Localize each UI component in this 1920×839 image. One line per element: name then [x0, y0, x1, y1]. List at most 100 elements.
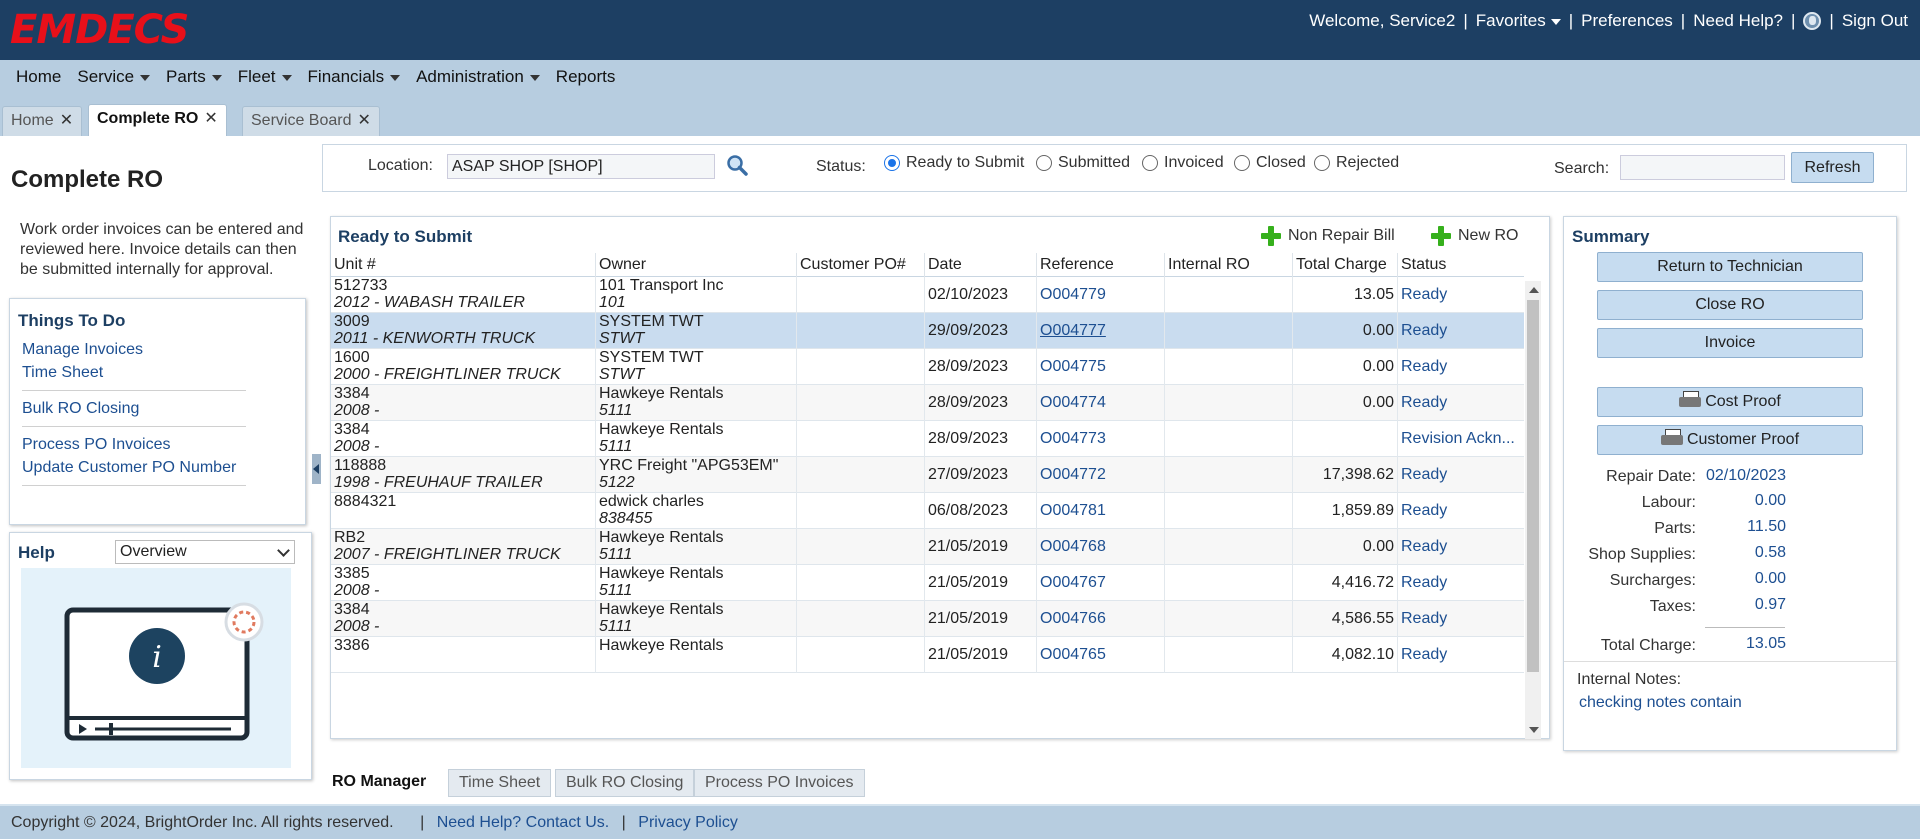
menu-financials[interactable]: Financials — [308, 67, 401, 87]
unit-number: 3009 — [334, 313, 370, 330]
reference-link[interactable]: O004781 — [1040, 502, 1106, 519]
reference-link[interactable]: O004779 — [1040, 286, 1106, 303]
todo-update-customer-po[interactable]: Update Customer PO Number — [22, 459, 236, 477]
scroll-up-icon[interactable] — [1529, 287, 1539, 293]
table-row[interactable]: 3384 2008 - Hawkeye Rentals 5111 28/09/2023 O… — [331, 385, 1524, 421]
location-input[interactable]: ASAP SHOP [SHOP] — [447, 154, 715, 179]
col-customer-po[interactable]: Customer PO# — [796, 253, 924, 277]
signout-link[interactable]: Sign Out — [1842, 11, 1908, 31]
non-repair-bill-button[interactable]: Non Repair Bill — [1260, 225, 1395, 247]
status-link[interactable]: Ready — [1401, 358, 1447, 375]
help-topic-select[interactable]: Overview — [115, 540, 295, 564]
tab-complete-ro[interactable]: Complete RO ✕ — [88, 104, 227, 136]
privacy-link[interactable]: Privacy Policy — [638, 814, 738, 831]
return-to-technician-button[interactable]: Return to Technician — [1597, 252, 1863, 282]
reference-link[interactable]: O004768 — [1040, 538, 1106, 555]
cell-total-charge: 4,416.72 — [1292, 565, 1397, 601]
status-link[interactable]: Ready — [1401, 286, 1447, 303]
reference-link[interactable]: O004777 — [1040, 322, 1106, 339]
close-icon[interactable]: ✕ — [204, 110, 217, 127]
collapse-panel-handle[interactable] — [312, 454, 321, 484]
status-link[interactable]: Ready — [1401, 646, 1447, 663]
col-date[interactable]: Date — [924, 253, 1036, 277]
status-link[interactable]: Ready — [1401, 502, 1447, 519]
col-internal-ro[interactable]: Internal RO — [1164, 253, 1292, 277]
col-owner[interactable]: Owner — [595, 253, 796, 277]
table-row[interactable]: 1600 2000 - FREIGHTLINER TRUCK SYSTEM TWT S… — [331, 349, 1524, 385]
tab-home[interactable]: Home ✕ — [2, 106, 83, 136]
grid-scrollbar-thumb[interactable] — [1527, 300, 1539, 672]
reference-link[interactable]: O004775 — [1040, 358, 1106, 375]
table-row[interactable]: 8884321 edwick charles 838455 06/08/2023 O00… — [331, 493, 1524, 529]
status-link[interactable]: Ready — [1401, 466, 1447, 483]
cell-internal-ro — [1164, 493, 1292, 529]
search-icon[interactable] — [726, 154, 748, 176]
menu-administration[interactable]: Administration — [416, 67, 540, 87]
search-input[interactable] — [1620, 155, 1785, 180]
col-unit[interactable]: Unit # — [331, 253, 595, 277]
reference-link[interactable]: O004767 — [1040, 574, 1106, 591]
cell-date: 28/09/2023 — [924, 385, 1036, 421]
todo-manage-invoices[interactable]: Manage Invoices — [22, 341, 143, 359]
reference-link[interactable]: O004774 — [1040, 394, 1106, 411]
status-link[interactable]: Ready — [1401, 538, 1447, 555]
status-radio-submitted[interactable]: Submitted — [1036, 154, 1130, 172]
shop-supplies-label: Shop Supplies: — [1588, 546, 1696, 563]
menu-reports[interactable]: Reports — [556, 67, 616, 87]
help-title: Help — [18, 543, 55, 562]
close-ro-button[interactable]: Close RO — [1597, 290, 1863, 320]
status-radio-ready[interactable]: Ready to Submit — [884, 154, 1024, 172]
help-video-thumbnail[interactable]: i — [21, 568, 291, 768]
menu-fleet[interactable]: Fleet — [238, 67, 292, 87]
tab-process-po-invoices[interactable]: Process PO Invoices — [694, 769, 865, 797]
todo-bulk-ro-closing[interactable]: Bulk RO Closing — [22, 400, 139, 418]
status-radio-invoiced[interactable]: Invoiced — [1142, 154, 1224, 172]
table-row[interactable]: RB2 2007 - FREIGHTLINER TRUCK Hawkeye Rent… — [331, 529, 1524, 565]
table-row[interactable]: 3385 2008 - Hawkeye Rentals 5111 21/05/2019 O… — [331, 565, 1524, 601]
col-status[interactable]: Status — [1397, 253, 1524, 277]
table-row[interactable]: 3009 2011 - KENWORTH TRUCK SYSTEM TWT STWT 2… — [331, 313, 1524, 349]
status-link[interactable]: Revision Ackn... — [1401, 430, 1515, 447]
app-logo[interactable]: EMDECS — [10, 8, 189, 52]
table-row[interactable]: 512733 2012 - WABASH TRAILER 101 Transport… — [331, 277, 1524, 313]
scroll-down-icon[interactable] — [1529, 727, 1539, 733]
cost-proof-button[interactable]: Cost Proof — [1597, 387, 1863, 417]
tab-time-sheet[interactable]: Time Sheet — [448, 769, 552, 797]
table-row[interactable]: 3384 2008 - Hawkeye Rentals 5111 28/09/2023 O… — [331, 421, 1524, 457]
status-link[interactable]: Ready — [1401, 610, 1447, 627]
status-link[interactable]: Ready — [1401, 394, 1447, 411]
close-icon[interactable]: ✕ — [60, 112, 73, 129]
tab-service-board[interactable]: Service Board ✕ — [242, 106, 380, 136]
todo-process-po-invoices[interactable]: Process PO Invoices — [22, 436, 171, 454]
close-icon[interactable]: ✕ — [358, 112, 371, 129]
new-ro-button[interactable]: New RO — [1430, 225, 1518, 247]
preferences-link[interactable]: Preferences — [1581, 11, 1673, 31]
help-link[interactable]: Need Help? — [1693, 11, 1783, 31]
menu-service[interactable]: Service — [77, 67, 151, 87]
table-row[interactable]: 118888 1998 - FREUHAUF TRAILER YRC Freight… — [331, 457, 1524, 493]
todo-time-sheet[interactable]: Time Sheet — [22, 364, 103, 382]
invoice-button[interactable]: Invoice — [1597, 328, 1863, 358]
status-radio-rejected[interactable]: Rejected — [1314, 154, 1399, 172]
col-reference[interactable]: Reference — [1036, 253, 1164, 277]
menu-parts[interactable]: Parts — [166, 67, 222, 87]
favorites-menu[interactable]: Favorites — [1476, 11, 1561, 31]
status-link[interactable]: Ready — [1401, 574, 1447, 591]
status-radio-closed[interactable]: Closed — [1234, 154, 1306, 172]
reference-link[interactable]: O004773 — [1040, 430, 1106, 447]
contact-link[interactable]: Need Help? Contact Us. — [437, 814, 610, 831]
reference-link[interactable]: O004765 — [1040, 646, 1106, 663]
col-total-charge[interactable]: Total Charge — [1292, 253, 1397, 277]
footer: Copyright © 2024, BrightOrder Inc. All r… — [0, 806, 1920, 839]
customer-proof-button[interactable]: Customer Proof — [1597, 425, 1863, 455]
table-row[interactable]: 3384 2008 - Hawkeye Rentals 5111 21/05/2019 O… — [331, 601, 1524, 637]
table-row[interactable]: 3386 Hawkeye Rentals 21/05/2019 O004765 4,08… — [331, 637, 1524, 673]
reference-link[interactable]: O004766 — [1040, 610, 1106, 627]
status-link[interactable]: Ready — [1401, 322, 1447, 339]
refresh-button[interactable]: Refresh — [1791, 152, 1874, 183]
tab-bulk-ro-closing[interactable]: Bulk RO Closing — [555, 769, 695, 797]
globe-icon[interactable] — [1803, 12, 1822, 30]
tab-ro-manager[interactable]: RO Manager — [322, 769, 437, 797]
reference-link[interactable]: O004772 — [1040, 466, 1106, 483]
menu-home[interactable]: Home — [16, 67, 61, 87]
